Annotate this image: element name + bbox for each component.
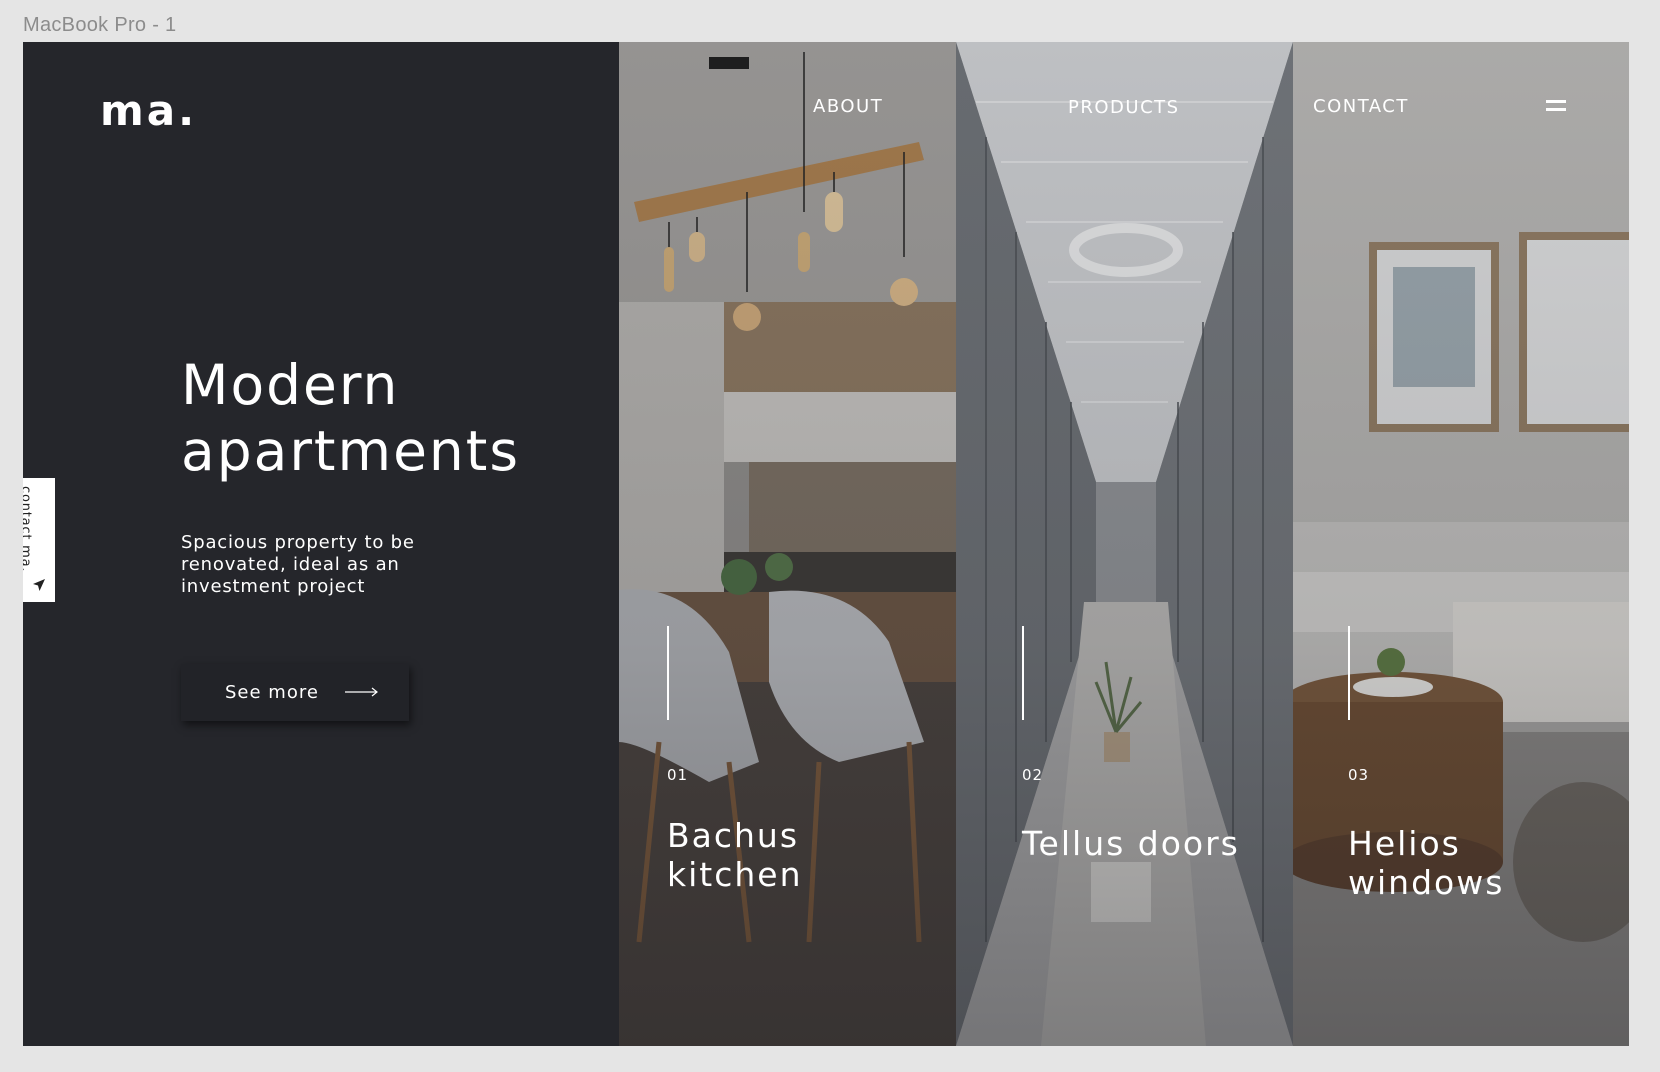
see-more-label: See more — [225, 682, 319, 703]
panel-number: 01 — [667, 766, 689, 784]
panel-number: 02 — [1022, 766, 1044, 784]
artboard: ma. Modern apartments Spacious property … — [23, 42, 1629, 1046]
nav-about[interactable]: ABOUT — [813, 96, 883, 117]
product-card-windows[interactable]: 03 Helios windows — [1293, 42, 1629, 1046]
long-arrow-right-icon — [345, 687, 378, 697]
panel-title: Helios windows — [1348, 824, 1505, 902]
navigation-arrow-icon — [33, 579, 45, 591]
contact-side-tab[interactable]: contact ma. — [23, 478, 55, 602]
nav-products[interactable]: PRODUCTS — [1068, 97, 1180, 118]
product-card-kitchen[interactable]: 01 Bachus kitchen — [619, 42, 956, 1046]
hero-section: ma. Modern apartments Spacious property … — [23, 42, 619, 1046]
accent-line — [1348, 626, 1350, 720]
side-tab-label: contact ma. — [23, 486, 33, 573]
accent-line — [1022, 626, 1024, 720]
panel-number: 03 — [1348, 766, 1370, 784]
panel-title: Bachus kitchen — [667, 816, 803, 894]
artboard-label: MacBook Pro - 1 — [23, 14, 177, 36]
panel-title: Tellus doors — [1022, 824, 1240, 863]
nav-contact[interactable]: CONTACT — [1313, 96, 1409, 117]
accent-line — [667, 626, 669, 720]
hero-subtitle: Spacious property to be renovated, ideal… — [181, 532, 415, 597]
see-more-button[interactable]: See more — [181, 664, 409, 721]
hero-title: Modern apartments — [181, 353, 520, 483]
product-card-doors[interactable]: 02 Tellus doors — [956, 42, 1293, 1046]
hamburger-icon[interactable] — [1546, 100, 1566, 114]
logo[interactable]: ma. — [100, 86, 197, 135]
